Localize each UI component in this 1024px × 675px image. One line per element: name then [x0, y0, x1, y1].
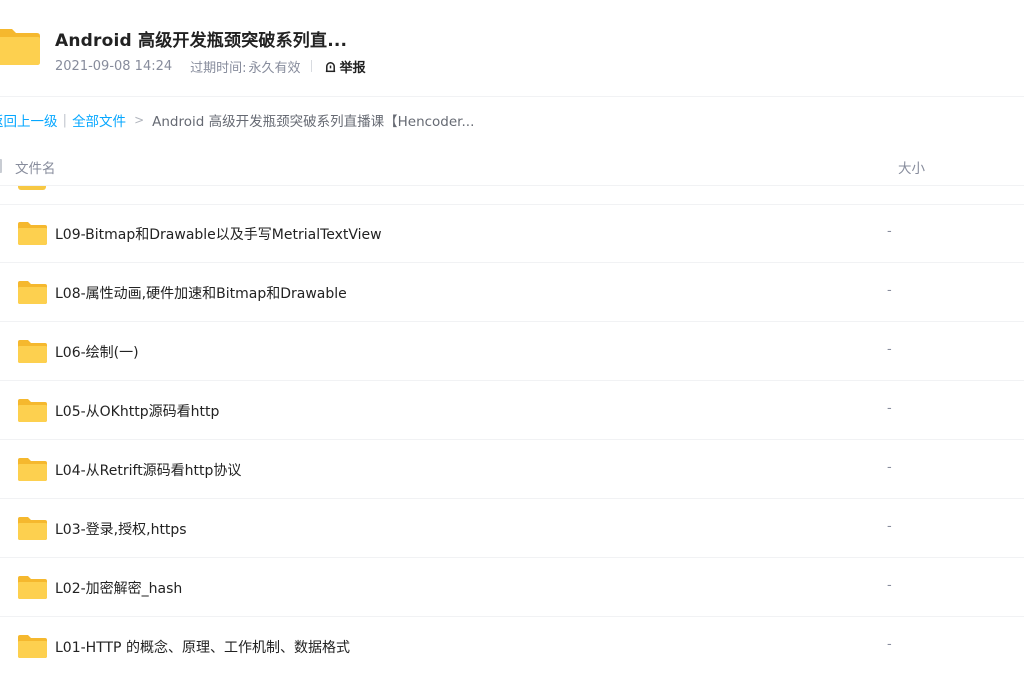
folder-icon	[18, 576, 47, 599]
file-name[interactable]: L05-从OKhttp源码看http	[55, 401, 219, 421]
file-name[interactable]: L03-登录,授权,https	[55, 519, 187, 539]
file-name[interactable]: L09-Bitmap和Drawable以及手写MetrialTextView	[55, 224, 382, 244]
table-row[interactable]: L02-加密解密_hash -	[0, 558, 1024, 617]
file-size: -	[887, 460, 892, 475]
table-row[interactable]: L08-属性动画,硬件加速和Bitmap和Drawable -	[0, 263, 1024, 322]
folder-icon	[18, 517, 47, 540]
folder-icon	[18, 281, 47, 304]
table-row[interactable]: L01-HTTP 的概念、原理、工作机制、数据格式 -	[0, 617, 1024, 675]
table-header: 文件名 大小	[0, 148, 1024, 186]
breadcrumb-arrow: >	[134, 113, 145, 127]
column-size-header[interactable]: 大小	[898, 157, 925, 177]
meta-divider	[310, 60, 312, 72]
file-name[interactable]: L02-加密解密_hash	[55, 578, 182, 598]
folder-icon	[18, 458, 47, 481]
file-size: -	[887, 578, 892, 593]
file-name[interactable]: L06-绘制(一)	[55, 342, 139, 362]
share-date: 2021-09-08 14:24	[55, 58, 173, 74]
report-icon	[325, 61, 335, 72]
table-row[interactable]	[0, 186, 1024, 205]
all-files-link[interactable]: 全部文件	[72, 110, 126, 130]
file-size: -	[887, 283, 892, 298]
folder-icon	[18, 186, 46, 190]
share-header: Android 高级开发瓶颈突破系列直... 2021-09-08 14:24 …	[0, 0, 1024, 97]
folder-icon	[18, 340, 47, 363]
file-name[interactable]: L08-属性动画,硬件加速和Bitmap和Drawable	[55, 283, 347, 303]
expire-label: 过期时间:	[190, 60, 247, 76]
share-meta: 2021-09-08 14:24 过期时间: 永久有效 举报	[55, 57, 366, 76]
file-size: -	[887, 401, 892, 416]
back-link[interactable]: 返回上一级	[0, 110, 58, 130]
column-name-header[interactable]: 文件名	[15, 157, 56, 177]
file-name[interactable]: L01-HTTP 的概念、原理、工作机制、数据格式	[55, 637, 350, 657]
file-size: -	[887, 519, 892, 534]
file-size: -	[887, 637, 892, 652]
share-page: Android 高级开发瓶颈突破系列直... 2021-09-08 14:24 …	[0, 0, 1024, 675]
file-name[interactable]: L04-从Retrift源码看http协议	[55, 460, 241, 480]
file-size: -	[887, 224, 892, 239]
table-row[interactable]: L09-Bitmap和Drawable以及手写MetrialTextView -	[0, 204, 1024, 263]
table-row[interactable]: L06-绘制(一) -	[0, 322, 1024, 381]
table-row[interactable]: L03-登录,授权,https -	[0, 499, 1024, 558]
breadcrumb-separator: |	[62, 112, 68, 128]
folder-icon	[18, 635, 47, 658]
select-all-checkbox[interactable]	[0, 159, 2, 173]
report-button[interactable]: 举报	[324, 57, 366, 76]
report-label: 举报	[339, 60, 366, 76]
table-row[interactable]: L04-从Retrift源码看http协议 -	[0, 440, 1024, 499]
folder-icon	[18, 222, 47, 245]
file-list: L09-Bitmap和Drawable以及手写MetrialTextView -…	[0, 204, 1024, 675]
folder-icon	[0, 29, 40, 65]
table-row[interactable]: L05-从OKhttp源码看http -	[0, 381, 1024, 440]
expire-value: 永久有效	[248, 60, 301, 76]
breadcrumb-current: Android 高级开发瓶颈突破系列直播课【Hencoder...	[152, 114, 475, 130]
folder-icon	[18, 399, 47, 422]
file-size: -	[887, 342, 892, 357]
breadcrumb: 返回上一级 | 全部文件 > Android 高级开发瓶颈突破系列直播课【Hen…	[0, 110, 475, 130]
share-title: Android 高级开发瓶颈突破系列直...	[55, 31, 348, 51]
